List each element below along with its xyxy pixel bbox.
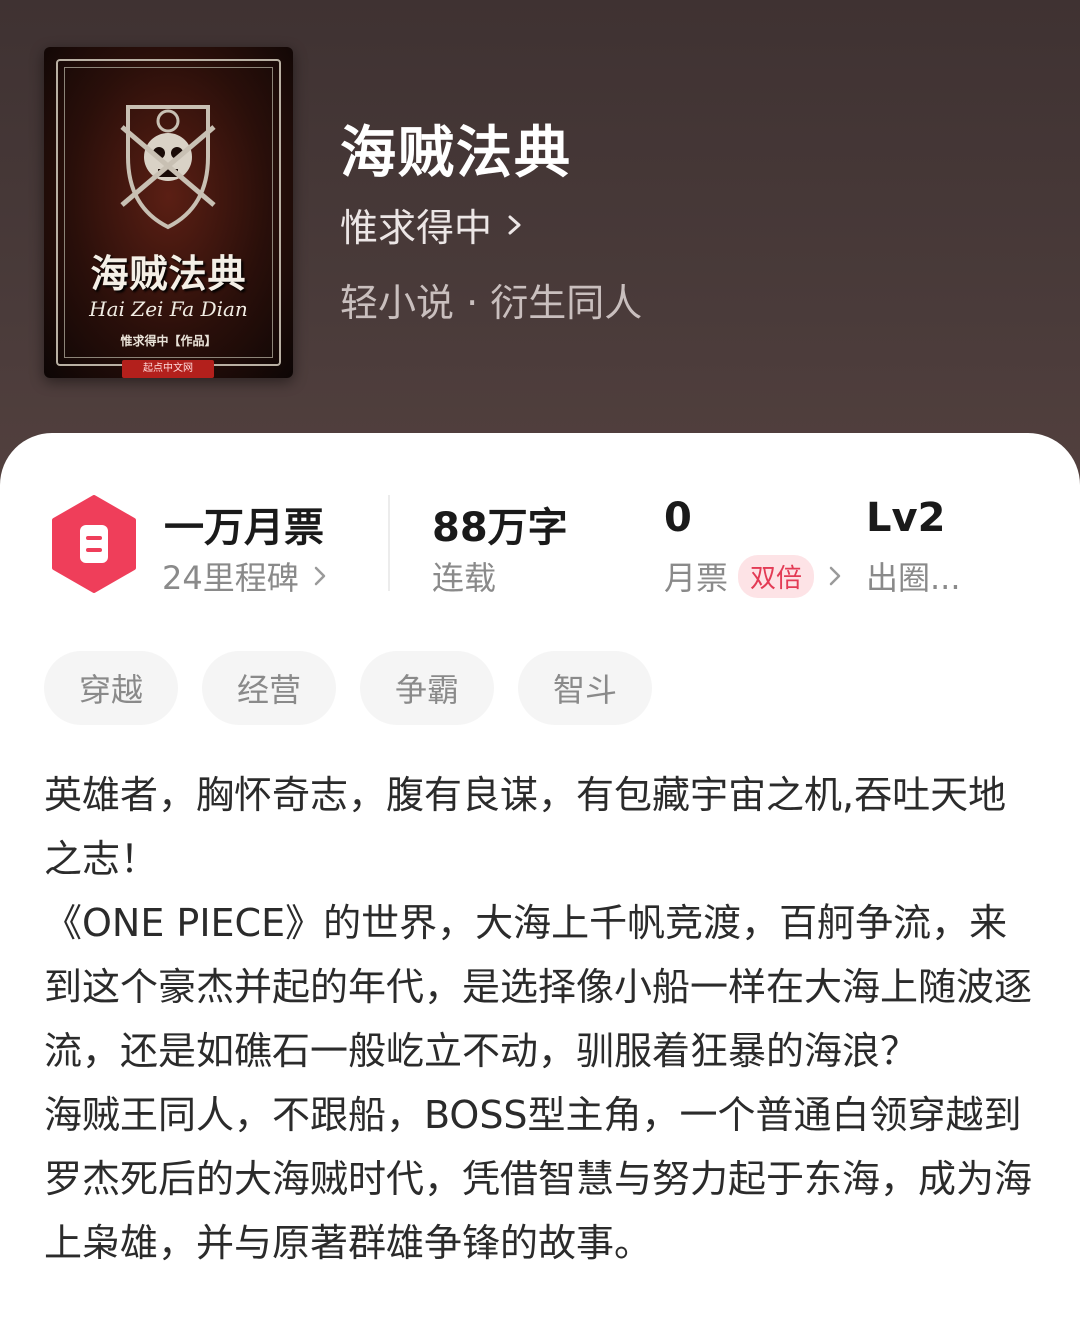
- tag-chip[interactable]: 经营: [202, 651, 336, 725]
- description-paragraph: 海贼王同人，不跟船，BOSS型主角，一个普通白领穿越到罗杰死后的大海贼时代，凭借…: [44, 1093, 1033, 1265]
- tag-list: 穿越 经营 争霸 智斗: [44, 651, 652, 725]
- tag-chip[interactable]: 争霸: [360, 651, 494, 725]
- ticket-milestone-title: 一万月票: [164, 505, 324, 551]
- cover-pinyin: Hai Zei Fa Dian: [89, 297, 248, 321]
- pirate-skull-emblem-icon: [120, 105, 216, 230]
- serial-status: 连载: [432, 553, 496, 599]
- description-paragraph: 英雄者，胸怀奇志，腹有良谋，有包藏宇宙之机,吞吐天地之志！: [44, 773, 1007, 881]
- cover-author: 惟求得中【作品】: [120, 334, 217, 348]
- double-badge: 双倍: [738, 554, 815, 598]
- fan-level: Lv2: [866, 495, 946, 541]
- tag-chip[interactable]: 穿越: [44, 651, 178, 725]
- book-description[interactable]: 英雄者，胸怀奇志，腹有良谋，有包藏宇宙之机,吞吐天地之志！ 《ONE PIECE…: [44, 763, 1039, 1275]
- milestone-link[interactable]: 24里程碑: [162, 553, 327, 599]
- author-name: 惟求得中: [340, 206, 493, 250]
- book-cover[interactable]: 海贼法典 Hai Zei Fa Dian 惟求得中【作品】 起点中文网: [44, 47, 293, 378]
- chevron-right-icon: [508, 215, 521, 234]
- tag-chip[interactable]: 智斗: [518, 651, 652, 725]
- serial-status-label: 连载: [432, 559, 497, 597]
- fan-level-text: 出圈...: [866, 559, 961, 597]
- book-title: 海贼法典: [340, 121, 572, 186]
- chevron-right-icon: [314, 566, 325, 586]
- author-link[interactable]: 惟求得中: [340, 197, 524, 252]
- milestone-count: 24里程碑: [162, 559, 299, 597]
- stats-divider: [388, 495, 390, 591]
- monthly-ticket-link[interactable]: 月票 双倍: [664, 553, 842, 599]
- chevron-right-icon: [829, 566, 841, 586]
- cover-title: 海贼法典: [90, 251, 247, 296]
- stats-row: 一万月票 24里程碑 88万字 连载 0 月票 双倍 Lv2 出圈...: [0, 433, 1080, 633]
- fan-level-label[interactable]: 出圈...: [866, 553, 961, 599]
- book-category[interactable]: 轻小说 · 衍生同人: [340, 272, 642, 327]
- book-info-card: 一万月票 24里程碑 88万字 连载 0 月票 双倍 Lv2 出圈... 穿越 …: [0, 433, 1080, 1334]
- cover-brand-logo: 起点中文网: [122, 360, 214, 378]
- description-paragraph: 《ONE PIECE》的世界，大海上千帆竞渡，百舸争流，来到这个豪杰并起的年代，…: [44, 901, 1033, 1073]
- monthly-ticket-label: 月票: [664, 559, 729, 597]
- word-count: 88万字: [432, 505, 568, 551]
- ticket-icon[interactable]: [50, 495, 138, 593]
- monthly-ticket-count: 0: [664, 495, 692, 541]
